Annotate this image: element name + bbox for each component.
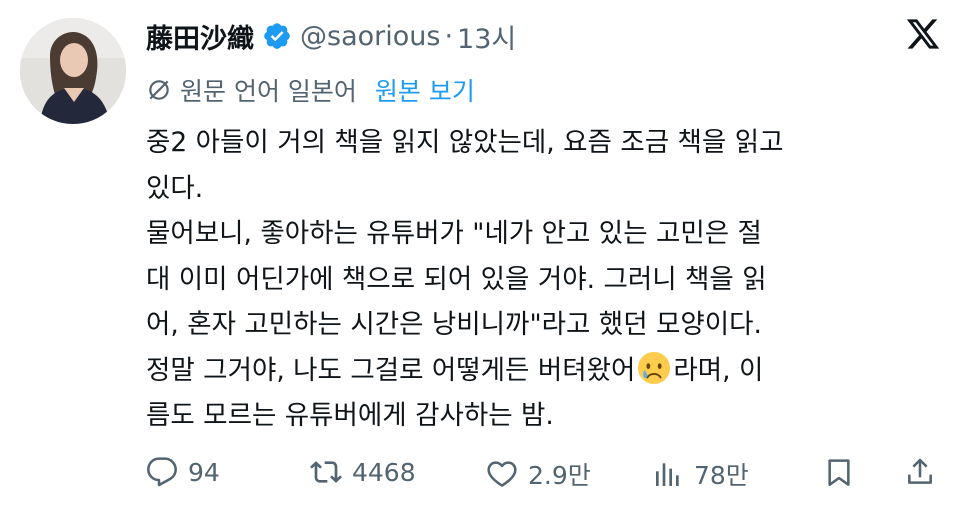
post-text-line: 대 이미 어딘가에 책으로 되어 있을 거야. 그러니 책을 읽 (146, 263, 767, 295)
bookmark-button[interactable] (823, 456, 855, 488)
repost-icon (310, 461, 342, 483)
post-text-segment: 정말 그거야, 나도 그걸로 어떻게든 버텨왔어 (146, 354, 636, 386)
reply-button[interactable]: 94 (146, 456, 220, 488)
translate-icon (149, 80, 169, 100)
reply-icon (147, 457, 177, 487)
author-display-name[interactable]: 藤田沙織 (146, 17, 254, 56)
repost-button[interactable]: 4468 (310, 456, 416, 488)
author-handle[interactable]: @saorious (300, 21, 440, 52)
reply-count: 94 (188, 457, 220, 487)
post-header: 藤田沙織 @saorious · 13시 (146, 16, 516, 56)
post-text-line: 어, 혼자 고민하는 시간은 낭비니까"라고 했던 모양이다. (146, 309, 762, 340)
repost-count: 4468 (352, 457, 416, 487)
share-icon (908, 458, 932, 484)
like-button[interactable]: 2.9만 (486, 456, 591, 492)
share-button[interactable] (904, 456, 936, 488)
translation-bar: 원문 언어 일본어 원본 보기 (146, 72, 475, 108)
x-logo-icon[interactable] (904, 16, 942, 52)
like-count: 2.9만 (528, 461, 591, 490)
avatar[interactable] (20, 18, 126, 124)
post-text-line: 중2 아들이 거의 책을 읽지 않았는데, 요즘 조금 책을 읽고 (146, 127, 784, 158)
translation-info: 원문 언어 일본어 (180, 77, 357, 106)
like-icon (487, 461, 517, 487)
views-count: 78만 (694, 461, 749, 490)
views-icon (656, 463, 679, 486)
views-button[interactable]: 78만 (652, 456, 749, 492)
avatar-photo (20, 18, 126, 124)
post-timestamp[interactable]: 13시 (457, 17, 516, 56)
crying-face-emoji (638, 351, 671, 384)
post-text: 중2 아들이 거의 책을 읽지 않았는데, 요즘 조금 책을 읽고 있다. 물어… (146, 120, 946, 439)
show-original-link[interactable]: 원본 보기 (375, 72, 475, 108)
bookmark-icon (828, 459, 850, 486)
verified-badge-icon (264, 23, 290, 49)
action-bar: 94 4468 2.9만 78만 (146, 448, 946, 498)
post-text-line: 물어보니, 좋아하는 유튜버가 "네가 안고 있는 고민은 절 (146, 218, 762, 249)
post-text-line: 있다. (146, 172, 204, 204)
post-text-line: 름도 모르는 유튜버에게 감사하는 밤. (146, 400, 554, 431)
post-text-segment: 라며, 이 (673, 354, 764, 386)
post-text-line: 정말 그거야, 나도 그걸로 어떻게든 버텨왔어 라며, 이 (146, 348, 946, 394)
header-separator: · (444, 20, 454, 52)
